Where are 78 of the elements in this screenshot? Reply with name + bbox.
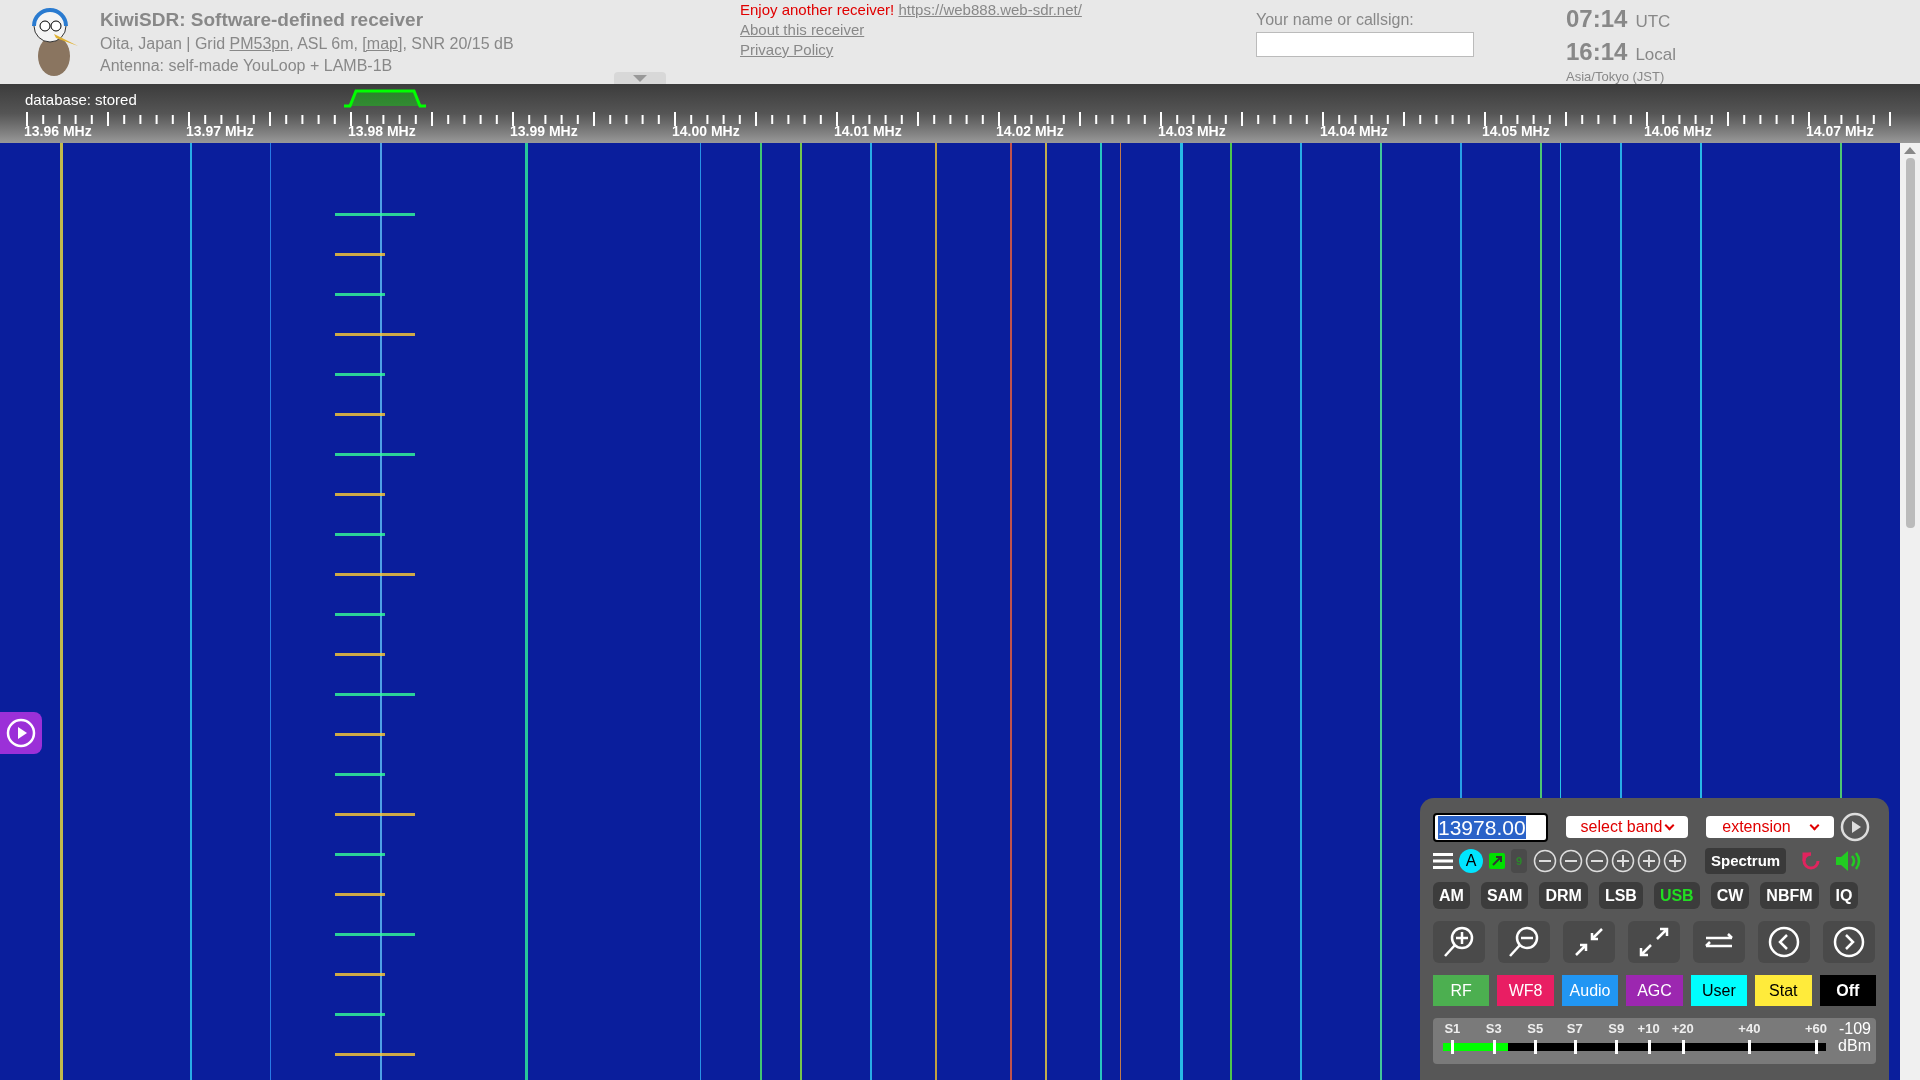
meter-scale-label: +10 (1637, 1020, 1660, 1038)
frequency-label: 13.97 MHz (186, 122, 254, 141)
clock-time: 16:14 (1566, 37, 1628, 67)
meter-scale-label: S3 (1485, 1020, 1502, 1038)
frequency-label: 14.07 MHz (1806, 122, 1874, 141)
meter-scale-label: S9 (1608, 1020, 1625, 1038)
minus-icon[interactable] (1585, 849, 1609, 873)
frequency-label: 14.04 MHz (1320, 122, 1388, 141)
meter-scale-label: +40 (1738, 1020, 1761, 1038)
chevron-left-icon (1767, 925, 1801, 959)
zoom-in-icon (1442, 925, 1476, 959)
mode-button[interactable]: CW (1710, 882, 1750, 909)
spectrum-button[interactable]: Spectrum (1705, 848, 1787, 874)
clock-zone: UTC (1635, 11, 1671, 33)
meter-unit: dBm (1838, 1037, 1871, 1054)
panel-tab[interactable]: WF8 (1497, 975, 1554, 1006)
channel-badge[interactable]: A (1459, 849, 1483, 873)
mode-button[interactable]: AM (1433, 882, 1470, 909)
frequency-label: 14.05 MHz (1482, 122, 1550, 141)
frequency-label: 14.03 MHz (1158, 122, 1226, 141)
mode-button[interactable]: SAM (1480, 882, 1529, 909)
meter-scale-label: S5 (1527, 1020, 1544, 1038)
scrollbar[interactable] (1900, 143, 1920, 1080)
meter-scale-label: +60 (1804, 1020, 1828, 1038)
collapse-button[interactable] (1563, 921, 1615, 963)
frequency-label: 14.02 MHz (996, 122, 1064, 141)
play-icon[interactable] (1840, 812, 1870, 842)
database-status: database: stored (25, 90, 137, 110)
zoom-out-button[interactable] (1498, 921, 1550, 963)
meter-scale-label: S7 (1566, 1020, 1583, 1038)
chevron-right-icon (1832, 925, 1866, 959)
clock-zone: Local (1635, 44, 1677, 66)
arrow-icon[interactable] (1489, 853, 1505, 869)
callsign-label: Your name or callsign: (1256, 10, 1415, 30)
location-text: Oita, Japan | Grid PM53pn, ASL 6m, [map], SNR 20/15 dB (100, 34, 515, 54)
frequency-label: 13.96 MHz (24, 122, 92, 141)
band-select[interactable]: select band (1566, 816, 1688, 838)
mode-button[interactable]: USB (1653, 882, 1700, 909)
frequency-label: 14.01 MHz (834, 122, 902, 141)
minus-icon[interactable] (1533, 849, 1557, 873)
scroll-thumb[interactable] (1905, 158, 1915, 528)
callsign-input[interactable] (1256, 32, 1474, 57)
panel-tab[interactable]: AGC (1626, 975, 1683, 1006)
plus-icon[interactable] (1663, 849, 1687, 873)
mode-button[interactable]: NBFM (1760, 882, 1819, 909)
chevron-left-button[interactable] (1758, 921, 1810, 963)
frequency-input[interactable]: 13978.00 (1433, 812, 1548, 842)
antenna-text: Antenna: self-made YouLoop + LAMB-1B (100, 56, 394, 76)
minus-icon[interactable] (1559, 849, 1583, 873)
frequency-label: 14.00 MHz (672, 122, 740, 141)
zoom-out-icon (1507, 925, 1541, 959)
promo-text: Enjoy another receiver! (740, 1, 895, 18)
meter-scale-label: +20 (1671, 1020, 1694, 1038)
mode-button[interactable]: DRM (1539, 882, 1588, 909)
panel-tab[interactable]: Stat (1755, 975, 1812, 1006)
extension-select[interactable]: extension (1706, 816, 1834, 838)
zoom-in-button[interactable] (1433, 921, 1485, 963)
panel-tab[interactable]: User (1690, 975, 1748, 1006)
chevron-right-button[interactable] (1823, 921, 1875, 963)
menu-icon[interactable] (1433, 853, 1453, 869)
play-button[interactable] (0, 712, 42, 754)
mode-button[interactable]: LSB (1598, 882, 1643, 909)
clock-time: 07:14 (1566, 4, 1628, 34)
swap-button[interactable] (1693, 921, 1745, 963)
mode-button[interactable]: IQ (1829, 882, 1859, 909)
plus-icon[interactable] (1637, 849, 1661, 873)
panel-tab[interactable]: Off (1819, 975, 1876, 1006)
expand-button[interactable] (1628, 921, 1680, 963)
frequency-label: 14.06 MHz (1644, 122, 1712, 141)
plus-icon[interactable] (1611, 849, 1635, 873)
meter-scale-label: S1 (1444, 1020, 1461, 1038)
frequency-label: 13.99 MHz (510, 122, 578, 141)
play-icon (6, 718, 36, 748)
meter-reading: -109 (1838, 1020, 1871, 1037)
site-title: KiwiSDR: Software-defined receiver (100, 8, 425, 32)
frequency-label: 13.98 MHz (348, 122, 416, 141)
expand-icon (1637, 925, 1671, 959)
timezone-text: Asia/Tokyo (JST) (1566, 70, 1666, 84)
